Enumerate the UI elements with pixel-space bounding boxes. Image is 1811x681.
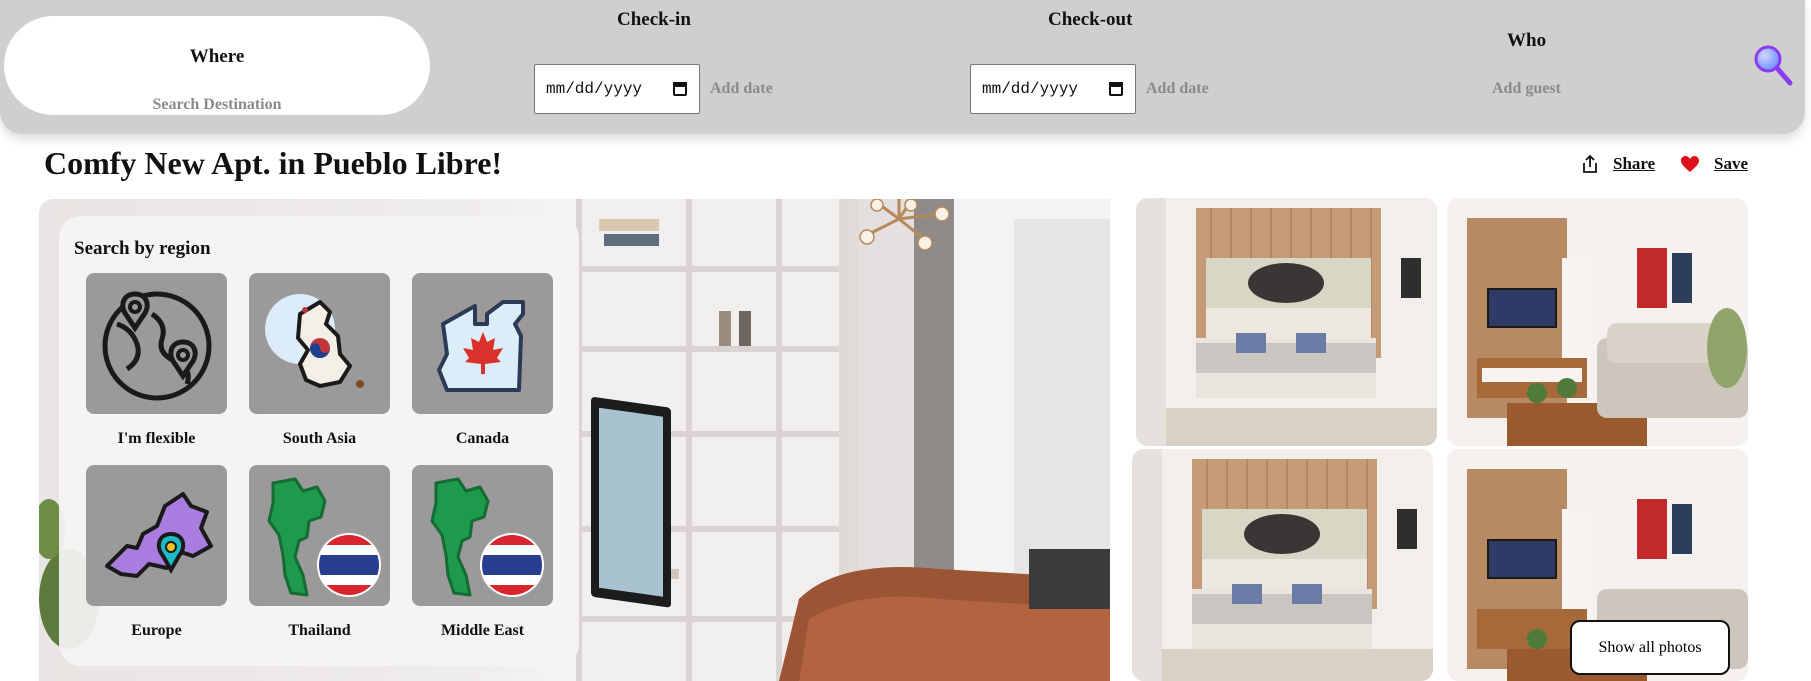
region-option-south-asia[interactable]: South Asia (249, 273, 390, 448)
calendar-icon[interactable] (1109, 82, 1123, 96)
region-label: Europe (131, 622, 182, 639)
europe-map-icon (104, 491, 213, 578)
region-image (412, 273, 553, 414)
share-icon (1583, 154, 1597, 173)
checkin-label: Check-in (617, 9, 691, 30)
listing-title: Comfy New Apt. in Pueblo Libre! (44, 145, 503, 181)
region-image (412, 465, 553, 606)
checkin-date-value: mm/dd/yyyy (546, 80, 643, 98)
photo-thumbnail[interactable] (1136, 198, 1437, 446)
share-button[interactable]: Share (1581, 154, 1655, 174)
heart-icon (1681, 156, 1699, 172)
search-bar: Where Search Destination Check-in mm/dd/… (0, 0, 1805, 134)
tv-room-photo (1447, 198, 1748, 446)
photo-thumbnail[interactable] (1132, 449, 1433, 681)
magnifier-icon (1754, 45, 1793, 86)
save-button[interactable]: Save (1680, 154, 1748, 174)
korea-map-icon (264, 293, 364, 388)
checkout-date-value: mm/dd/yyyy (982, 80, 1079, 98)
calendar-icon[interactable] (673, 82, 687, 96)
show-all-photos-button[interactable]: Show all photos (1570, 620, 1730, 675)
checkin-add-date: Add date (710, 80, 773, 97)
region-image (86, 273, 227, 414)
share-label: Share (1613, 154, 1656, 173)
photo-thumbnail[interactable] (1447, 198, 1748, 446)
where-field[interactable]: Where Search Destination (4, 16, 430, 115)
guest-input[interactable]: Add guest (1492, 80, 1561, 98)
region-option-middle-east[interactable]: Middle East (412, 465, 553, 640)
region-label: Thailand (288, 622, 351, 639)
region-search-panel: Search by region I'm flexible South Asia… (59, 216, 579, 666)
region-option-europe[interactable]: Europe (86, 465, 227, 640)
region-heading: Search by region (74, 238, 211, 259)
canada-map-icon (436, 299, 525, 392)
region-option-canada[interactable]: Canada (412, 273, 553, 448)
checkout-date-input[interactable]: mm/dd/yyyy (970, 64, 1136, 114)
region-image (249, 465, 390, 606)
destination-input[interactable]: Search Destination (4, 96, 430, 114)
region-label: Canada (455, 430, 510, 447)
region-label: South Asia (282, 430, 357, 447)
region-image (249, 273, 390, 414)
thailand-map-icon (430, 477, 544, 597)
checkin-date-input[interactable]: mm/dd/yyyy (534, 64, 700, 114)
save-label: Save (1714, 154, 1748, 173)
bedroom-photo (1136, 198, 1437, 446)
region-image (86, 465, 227, 606)
region-option-thailand[interactable]: Thailand (249, 465, 390, 640)
search-button[interactable] (1752, 43, 1794, 87)
thailand-map-icon (267, 477, 381, 597)
where-label: Where (189, 46, 245, 67)
who-label: Who (1507, 30, 1547, 51)
globe-pins-icon (102, 290, 211, 400)
region-label: I'm flexible (117, 430, 196, 447)
checkout-add-date: Add date (1146, 80, 1209, 97)
region-label: Middle East (440, 622, 525, 639)
region-option-flexible[interactable]: I'm flexible (86, 273, 227, 448)
bedroom-photo (1132, 449, 1433, 681)
checkout-label: Check-out (1048, 9, 1133, 30)
